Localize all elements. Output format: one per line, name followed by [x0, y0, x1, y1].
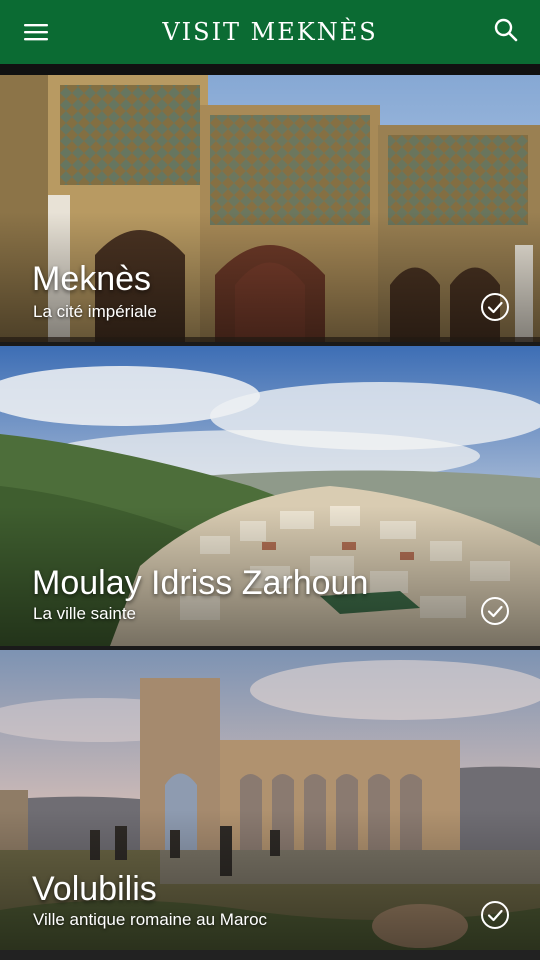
check-circle-icon[interactable] — [480, 292, 510, 322]
destination-title: Volubilis — [32, 870, 157, 908]
app-title: VISIT MEKNÈS — [162, 18, 378, 46]
destination-title: Meknès — [32, 260, 152, 298]
app-bar: VISIT MEKNÈS — [0, 0, 540, 64]
check-circle-icon[interactable] — [480, 596, 510, 626]
hamburger-menu-icon — [24, 24, 48, 41]
check-circle-icon[interactable] — [480, 900, 510, 930]
destination-card-moulay-idriss[interactable]: Moulay Idriss Zarhoun La ville sainte — [0, 346, 540, 646]
destination-card-volubilis[interactable]: Volubilis Ville antique romaine au Maroc — [0, 650, 540, 950]
destination-subtitle: La ville sainte — [33, 604, 137, 623]
menu-button[interactable] — [18, 14, 54, 50]
destination-subtitle: Ville antique romaine au Maroc — [33, 910, 268, 929]
destination-title: Moulay Idriss Zarhoun — [32, 564, 369, 602]
destination-subtitle: La cité impériale — [33, 302, 157, 321]
bottom-edge — [0, 950, 540, 960]
destination-card-meknes[interactable]: Meknès La cité impériale — [0, 64, 540, 342]
search-icon — [494, 18, 518, 42]
search-button[interactable] — [486, 10, 526, 50]
